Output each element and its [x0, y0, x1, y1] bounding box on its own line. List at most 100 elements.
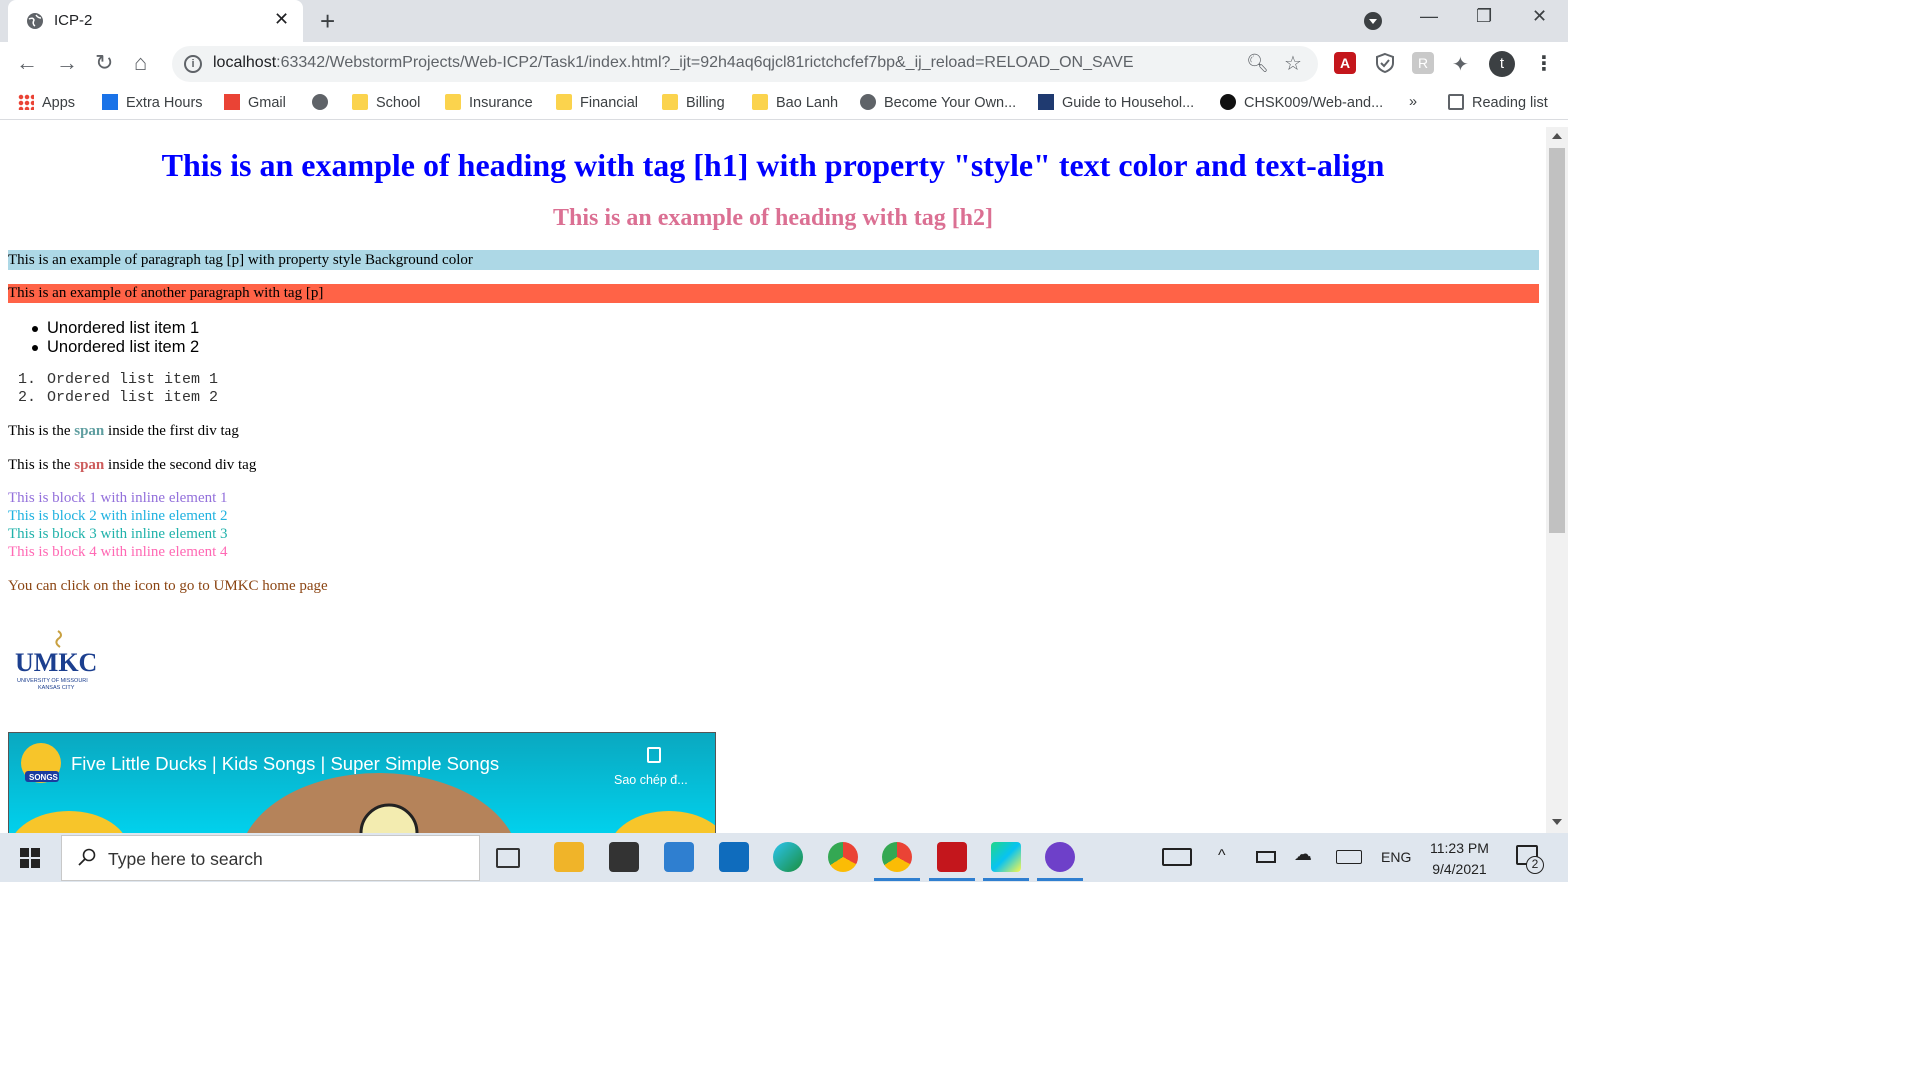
bookmark-school[interactable]: School	[352, 94, 420, 111]
edge-icon[interactable]	[773, 842, 803, 872]
block-4: This is block 4 with inline element 4	[8, 544, 228, 560]
search-placeholder: Type here to search	[108, 849, 263, 869]
github-desktop-icon[interactable]	[1037, 842, 1083, 881]
bookmark-become[interactable]: Become Your Own...	[860, 94, 1016, 111]
bookmark-gmail[interactable]: Gmail	[224, 94, 286, 111]
shield-extension-icon[interactable]	[1374, 52, 1396, 74]
list-item: Unordered list item 1	[31, 319, 200, 337]
page-content: This is an example of heading with tag […	[0, 127, 1546, 833]
list-item: Unordered list item 2	[31, 338, 200, 356]
extra-hours-icon	[102, 94, 118, 110]
battery-icon[interactable]	[1256, 851, 1276, 863]
page-heading-h1: This is an example of heading with tag […	[161, 147, 1385, 183]
acrobat-icon[interactable]	[929, 842, 975, 881]
bookmarks-bar: Apps Extra Hours Gmail School Insurance …	[0, 86, 1568, 120]
info-icon[interactable]: i	[184, 55, 202, 73]
minimize-icon[interactable]: —	[1420, 6, 1438, 27]
folder-icon	[662, 94, 678, 110]
extensions-puzzle-icon[interactable]: ✦	[1452, 52, 1474, 76]
back-icon[interactable]: ←	[16, 50, 38, 76]
zoom-icon[interactable]: 🔍︎	[1246, 53, 1269, 74]
second-span: span	[74, 457, 105, 473]
browser-toolbar: ← → ↻ ⌂ i localhost:63342/WebstormProjec…	[0, 42, 1568, 86]
copy-link-label[interactable]: Sao chép đ...	[614, 773, 688, 787]
bookmark-bao-lanh[interactable]: Bao Lanh	[752, 94, 838, 111]
bookmarks-overflow[interactable]: »	[1409, 94, 1417, 110]
svg-text:UNIVERSITY OF MISSOURI: UNIVERSITY OF MISSOURI	[17, 678, 88, 684]
globe-icon	[27, 13, 43, 29]
chrome-icon[interactable]	[828, 842, 858, 872]
windows-start-icon[interactable]	[20, 848, 40, 868]
news-widget-icon[interactable]	[1162, 848, 1192, 866]
menu-kebab-icon[interactable]: ⋮	[1534, 51, 1554, 76]
profile-avatar[interactable]: t	[1489, 51, 1515, 77]
folder-icon	[556, 94, 572, 110]
clock-date: 9/4/2021	[1432, 861, 1487, 877]
bookmark-globe[interactable]	[312, 94, 336, 111]
outlook-icon[interactable]	[719, 842, 749, 872]
folder-icon	[352, 94, 368, 110]
show-hidden-icons[interactable]: ^	[1218, 847, 1226, 865]
reading-list[interactable]: Reading list	[1448, 94, 1548, 111]
list-item: 2. Ordered list item 2	[18, 389, 219, 406]
bookmark-chsk[interactable]: CHSK009/Web-and...	[1220, 94, 1383, 111]
language-indicator[interactable]: ENG	[1381, 849, 1411, 865]
address-bar[interactable]: i localhost:63342/WebstormProjects/Web-I…	[172, 46, 1318, 82]
globe-icon	[312, 94, 328, 110]
paragraph-blue-bg: This is an example of paragraph tag [p] …	[8, 250, 1539, 270]
folder-icon	[445, 94, 461, 110]
windows-taskbar: Type here to search ^ ☁ ENG 11:23 PM 9/4…	[0, 833, 1568, 882]
github-icon	[1220, 94, 1236, 110]
keyboard-icon[interactable]	[1336, 850, 1362, 864]
first-div: This is the span inside the first div ta…	[8, 423, 239, 439]
bookmark-insurance[interactable]: Insurance	[445, 94, 533, 111]
url-text[interactable]: localhost:63342/WebstormProjects/Web-ICP…	[213, 54, 1134, 72]
taskbar-search-input[interactable]: Type here to search	[61, 835, 480, 881]
tab-search-icon[interactable]	[1364, 12, 1382, 30]
svg-text:UMKC: UMKC	[15, 648, 97, 677]
page-heading-h2: This is an example of heading with tag […	[552, 205, 994, 231]
webstorm-icon[interactable]	[983, 842, 1029, 881]
bookmark-guide[interactable]: Guide to Househol...	[1038, 94, 1194, 111]
mail-icon[interactable]	[664, 842, 694, 872]
pdf-extension-icon[interactable]: A	[1334, 52, 1356, 74]
gmail-icon	[224, 94, 240, 110]
close-icon[interactable]: ✕	[274, 9, 289, 30]
file-explorer-icon[interactable]	[554, 842, 584, 872]
hw-logo-icon	[1038, 94, 1054, 110]
onedrive-icon[interactable]: ☁	[1294, 844, 1312, 865]
paragraph-tomato-bg: This is an example of another paragraph …	[8, 284, 1539, 303]
video-title[interactable]: Five Little Ducks | Kids Songs | Super S…	[71, 753, 499, 775]
video-thumbnail: SONGS	[15, 743, 715, 833]
scroll-thumb[interactable]	[1549, 148, 1565, 533]
bookmark-extra-hours[interactable]: Extra Hours	[102, 94, 203, 111]
scroll-up-icon[interactable]	[1552, 133, 1562, 139]
list-item: 1. Ordered list item 1	[18, 371, 219, 388]
forward-icon[interactable]: →	[56, 50, 78, 76]
unordered-list: Unordered list item 1 Unordered list ite…	[31, 319, 200, 357]
bookmark-billing[interactable]: Billing	[662, 94, 725, 111]
new-tab-button[interactable]: +	[320, 6, 335, 37]
block-2: This is block 2 with inline element 2	[8, 508, 228, 524]
bookmark-star-icon[interactable]: ☆	[1284, 51, 1302, 76]
restore-icon[interactable]: ❐	[1476, 6, 1492, 27]
copy-link-icon[interactable]	[647, 747, 661, 763]
scroll-down-icon[interactable]	[1552, 819, 1562, 825]
svg-text:SONGS: SONGS	[29, 773, 59, 782]
task-view-icon[interactable]	[496, 848, 520, 868]
umkc-logo-link[interactable]: UMKC UNIVERSITY OF MISSOURI KANSAS CITY	[14, 629, 104, 693]
reload-icon[interactable]: ↻	[95, 50, 113, 76]
chrome-profile-icon[interactable]	[874, 842, 920, 881]
bookmark-apps[interactable]: Apps	[18, 94, 75, 111]
home-icon[interactable]: ⌂	[134, 50, 147, 76]
clock-time: 11:23 PM	[1430, 840, 1489, 856]
page-scrollbar[interactable]	[1546, 127, 1568, 833]
bookmark-financial[interactable]: Financial	[556, 94, 638, 111]
clock[interactable]: 11:23 PM 9/4/2021	[1430, 838, 1489, 880]
r-extension-icon[interactable]: R	[1412, 52, 1434, 74]
tab-icp2[interactable]: ICP-2 ✕	[8, 0, 303, 42]
store-icon[interactable]	[609, 842, 639, 872]
youtube-embed[interactable]: SONGS Five Little Ducks | Kids Songs | S…	[8, 732, 716, 833]
window-close-icon[interactable]: ✕	[1532, 6, 1547, 27]
block-3: This is block 3 with inline element 3	[8, 526, 228, 542]
